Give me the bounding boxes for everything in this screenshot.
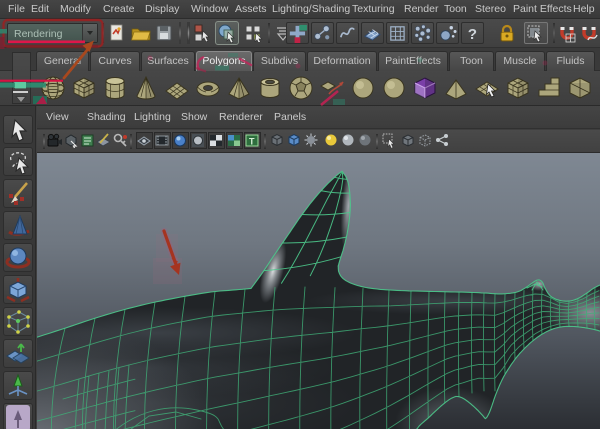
- svg-text:T: T: [249, 137, 255, 147]
- svg-text:?: ?: [468, 26, 477, 43]
